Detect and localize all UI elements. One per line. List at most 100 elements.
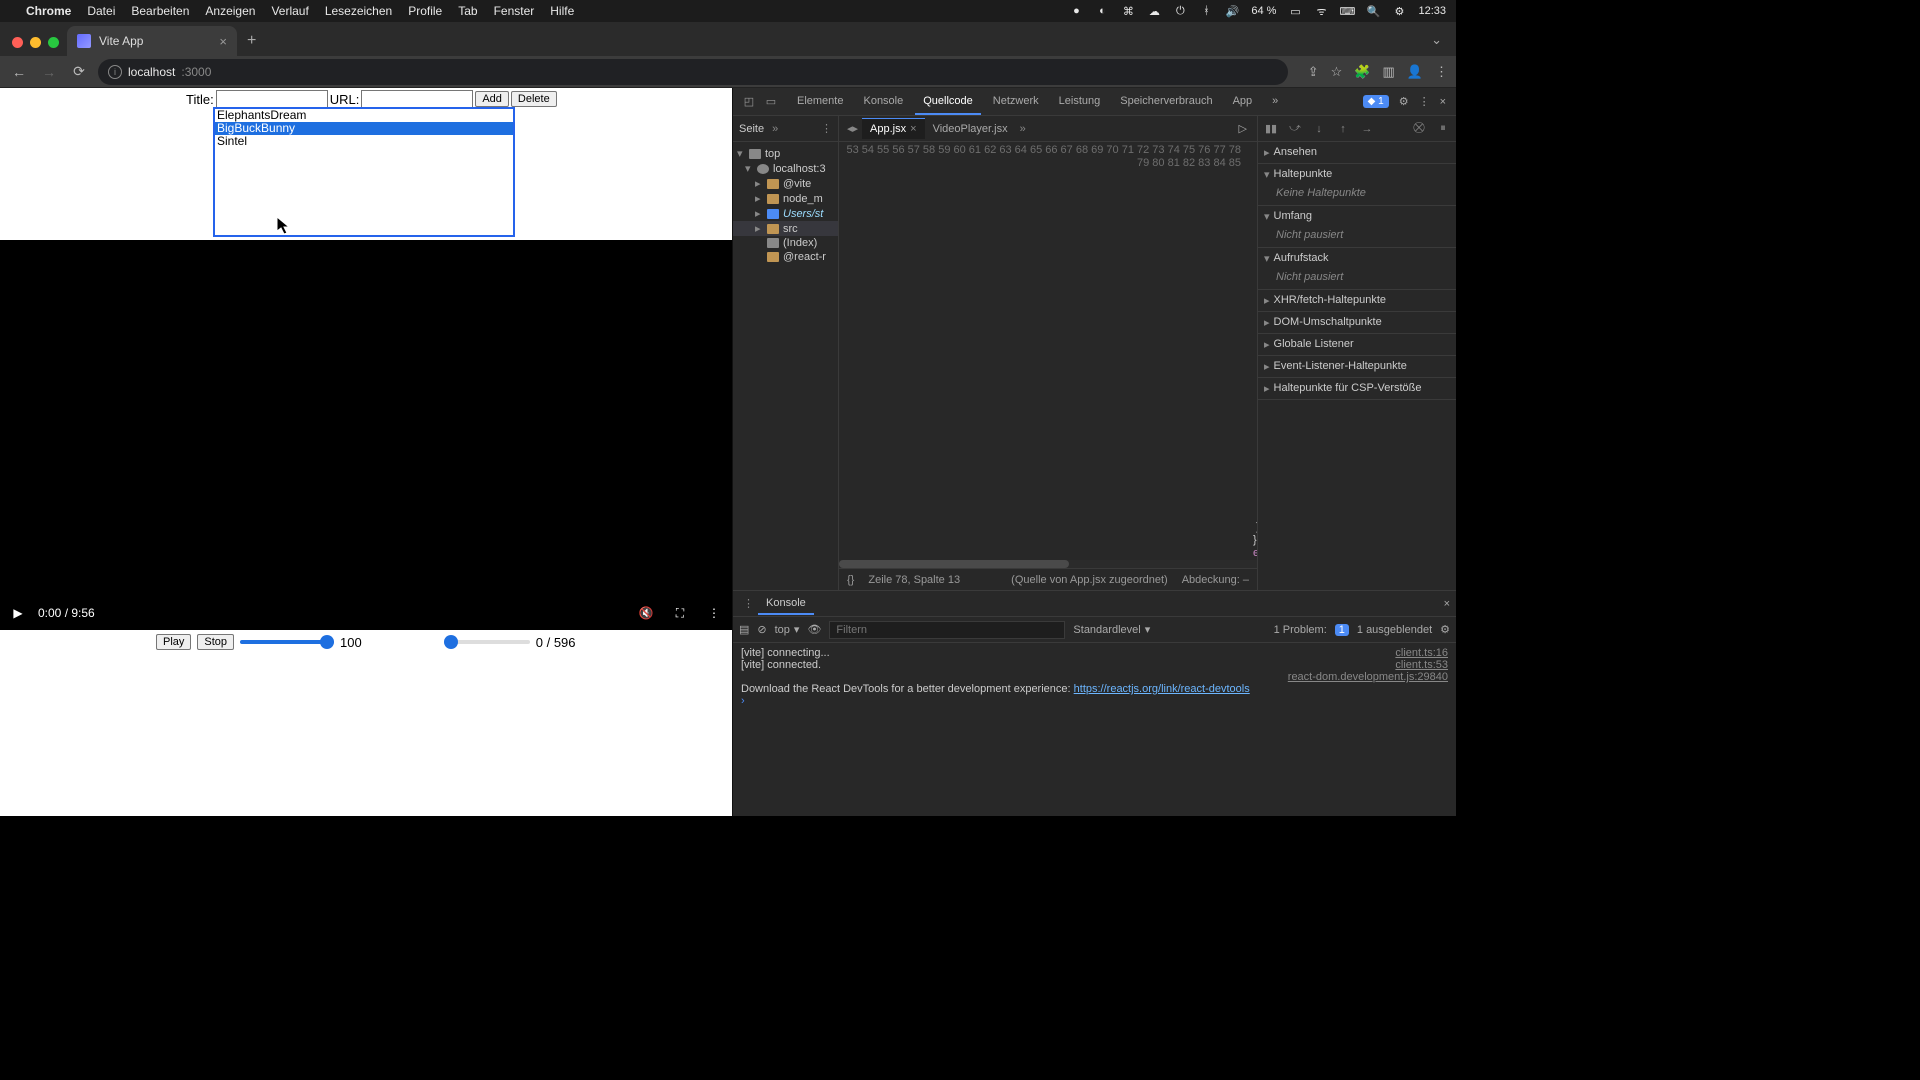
video-player[interactable]: ▶ 0:00 / 9:56 🔇 ⛶ ⋮ (0, 240, 732, 630)
horizontal-scrollbar[interactable] (839, 560, 1257, 568)
menu-lesezeichen[interactable]: Lesezeichen (325, 4, 392, 18)
site-info-icon[interactable]: i (108, 65, 122, 79)
more-icon[interactable]: ⋮ (1419, 95, 1430, 108)
callstack-section[interactable]: ▾Aufrufstack (1258, 248, 1456, 269)
search-icon[interactable]: 🔍 (1366, 4, 1380, 18)
code-content[interactable]: > Delete </button> </div> <select size="… (1249, 142, 1257, 560)
log-level-selector[interactable]: Standardlevel ▾ (1073, 623, 1150, 636)
tree-index[interactable]: (Index) (783, 237, 817, 249)
volume-slider[interactable] (240, 640, 334, 644)
mute-icon[interactable]: 🔇 (638, 605, 654, 621)
dom-bp-section[interactable]: ▸DOM-Umschaltpunkte (1258, 312, 1456, 333)
sidepanel-icon[interactable]: ▥ (1383, 64, 1395, 80)
menu-profile[interactable]: Profile (408, 4, 442, 18)
close-drawer-icon[interactable]: × (1444, 598, 1450, 610)
extensions-icon[interactable]: 🧩 (1354, 64, 1370, 80)
clear-console-icon[interactable]: ⊘ (757, 623, 766, 636)
file-tree[interactable]: ▾top ▾localhost:3 ▸@vite ▸node_m ▸Users/… (733, 142, 838, 268)
volume-icon[interactable]: 🔊 (1225, 4, 1239, 18)
reload-button[interactable]: ⟳ (68, 61, 90, 83)
tree-react-refresh[interactable]: @react-r (783, 251, 826, 263)
play-icon[interactable]: ▶ (10, 605, 26, 621)
profile-icon[interactable]: 👤 (1407, 64, 1423, 80)
tree-host[interactable]: localhost:3 (773, 163, 826, 175)
menu-anzeigen[interactable]: Anzeigen (205, 4, 255, 18)
play-button[interactable]: Play (156, 634, 191, 650)
device-toggle-icon[interactable]: ▭ (761, 92, 781, 112)
tree-src[interactable]: src (783, 223, 798, 235)
tab-elemente[interactable]: Elemente (789, 89, 851, 115)
close-file-icon[interactable]: × (910, 123, 916, 135)
menu-fenster[interactable]: Fenster (494, 4, 535, 18)
console-source-link[interactable]: react-dom.development.js:29840 (1288, 671, 1448, 683)
menu-icon[interactable]: ⋮ (1435, 64, 1448, 80)
status-icon[interactable]: ⏻ (1173, 4, 1187, 18)
breakpoints-section[interactable]: ▾Haltepunkte (1258, 164, 1456, 185)
more-subtabs-icon[interactable]: » (772, 123, 778, 135)
back-button[interactable]: ← (8, 61, 30, 83)
close-devtools-icon[interactable]: × (1440, 96, 1446, 108)
tree-users[interactable]: Users/st (783, 208, 823, 220)
inspect-icon[interactable]: ◰ (739, 92, 759, 112)
console-output[interactable]: [vite] connecting...client.ts:16 [vite] … (733, 643, 1456, 816)
menu-bearbeiten[interactable]: Bearbeiten (131, 4, 189, 18)
problems-badge[interactable]: 1 (1335, 624, 1349, 636)
context-selector[interactable]: top ▾ (775, 623, 800, 636)
clock[interactable]: 12:33 (1418, 5, 1446, 17)
drawer-tab-konsole[interactable]: Konsole (758, 593, 814, 615)
add-button[interactable]: Add (475, 91, 509, 107)
menu-hilfe[interactable]: Hilfe (550, 4, 574, 18)
live-expression-icon[interactable]: 👁 (807, 623, 821, 636)
file-tab-app[interactable]: App.jsx× (862, 118, 925, 139)
stop-button[interactable]: Stop (197, 634, 234, 650)
console-source-link[interactable]: client.ts:16 (1395, 647, 1448, 659)
console-source-link[interactable]: client.ts:53 (1395, 659, 1448, 671)
url-input[interactable] (361, 90, 473, 108)
more-icon[interactable]: ⋮ (821, 122, 832, 135)
tab-quellcode[interactable]: Quellcode (915, 89, 981, 115)
menu-verlauf[interactable]: Verlauf (271, 4, 308, 18)
control-center-icon[interactable]: ⚙ (1392, 4, 1406, 18)
tree-node-modules[interactable]: node_m (783, 193, 823, 205)
scope-section[interactable]: ▾Umfang (1258, 206, 1456, 227)
fullscreen-icon[interactable]: ⛶ (672, 605, 688, 621)
xhr-bp-section[interactable]: ▸XHR/fetch-Haltepunkte (1258, 290, 1456, 311)
event-listener-bp-section[interactable]: ▸Event-Listener-Haltepunkte (1258, 356, 1456, 377)
step-over-icon[interactable]: ⤻ (1286, 122, 1304, 135)
file-tab-videoplayer[interactable]: VideoPlayer.jsx (925, 119, 1016, 139)
bluetooth-icon[interactable]: ᚼ (1199, 4, 1213, 18)
tab-leistung[interactable]: Leistung (1051, 89, 1109, 115)
pause-exceptions-icon[interactable]: ⏸ (1434, 122, 1452, 135)
global-listener-section[interactable]: ▸Globale Listener (1258, 334, 1456, 355)
tab-netzwerk[interactable]: Netzwerk (985, 89, 1047, 115)
lang-icon[interactable]: ⌨ (1340, 4, 1354, 18)
wifi-icon[interactable]: ᯤ (1314, 4, 1328, 18)
seek-slider[interactable] (444, 640, 530, 644)
video-select[interactable]: ElephantsDream BigBuckBunny Sintel (214, 108, 514, 236)
status-icon[interactable]: ◐ (1095, 4, 1109, 18)
drawer-menu-icon[interactable]: ⋮ (739, 597, 758, 610)
subtab-seite[interactable]: Seite (739, 123, 764, 135)
csp-bp-section[interactable]: ▸Haltepunkte für CSP-Verstöße (1258, 378, 1456, 399)
app-menu[interactable]: Chrome (26, 4, 71, 18)
settings-icon[interactable]: ⚙ (1399, 95, 1409, 108)
share-icon[interactable]: ⇪ (1308, 64, 1319, 80)
address-bar[interactable]: i localhost:3000 (98, 59, 1288, 85)
tab-konsole[interactable]: Konsole (855, 89, 911, 115)
step-into-icon[interactable]: ↓ (1310, 123, 1328, 135)
browser-tab[interactable]: Vite App × (67, 26, 237, 56)
step-icon[interactable]: → (1358, 123, 1376, 135)
new-tab-button[interactable]: + (237, 32, 266, 56)
menu-datei[interactable]: Datei (87, 4, 115, 18)
tree-top[interactable]: top (765, 148, 780, 160)
close-window-icon[interactable] (12, 37, 23, 48)
select-option[interactable]: Sintel (215, 135, 513, 148)
maximize-window-icon[interactable] (48, 37, 59, 48)
deactivate-bp-icon[interactable]: ⛒ (1410, 122, 1428, 135)
react-devtools-link[interactable]: https://reactjs.org/link/react-devtools (1074, 683, 1250, 695)
status-icon[interactable]: ⌘ (1121, 4, 1135, 18)
more-files-icon[interactable]: » (1016, 123, 1030, 135)
tree-vite[interactable]: @vite (783, 178, 811, 190)
console-settings-icon[interactable]: ⚙ (1440, 623, 1450, 636)
more-tabs-icon[interactable]: » (1264, 89, 1286, 115)
